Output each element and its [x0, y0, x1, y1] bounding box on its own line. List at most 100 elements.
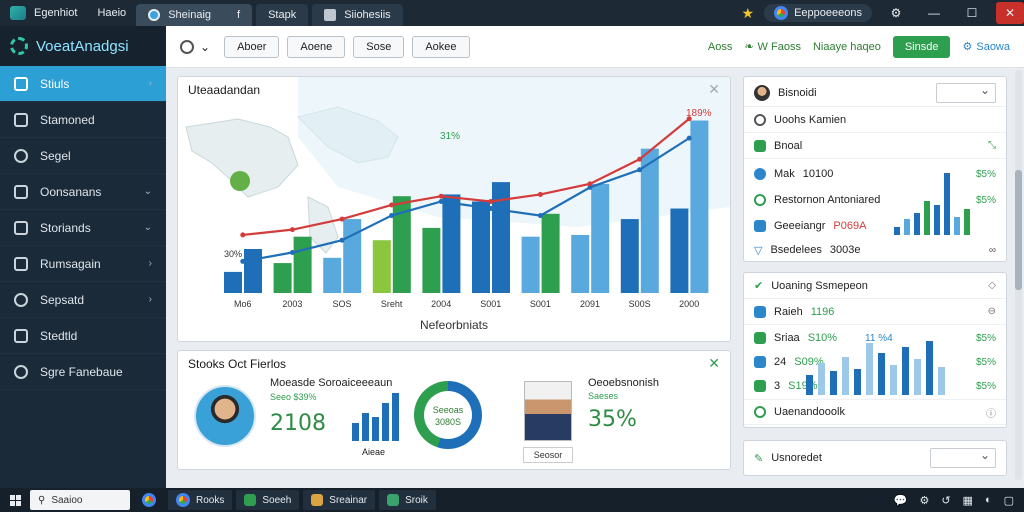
tab-1[interactable]: Sheinaig f: [136, 4, 253, 26]
chevron-down-icon: ⌄: [143, 186, 152, 197]
check-icon: ✔: [754, 280, 764, 292]
sidebar-item-2[interactable]: Stamoned: [0, 102, 166, 138]
toolbar-link-3[interactable]: Niaaye haqeo: [813, 41, 881, 53]
close-window-icon[interactable]: ✕: [996, 2, 1024, 24]
network-icon[interactable]: ▦: [963, 494, 973, 507]
mini-bar: [934, 205, 940, 235]
chart-x-tick-label: Mo6: [234, 299, 252, 309]
list-item[interactable]: Uaenandooolk ⓘ: [744, 399, 1006, 425]
chart-xlabel: Nefeorbniats: [420, 318, 488, 332]
windows-start-icon[interactable]: [0, 494, 30, 506]
chevron-right-icon: ›: [148, 78, 152, 89]
right-panel-3: ✎ Usnoredet: [743, 440, 1007, 476]
list-item[interactable]: Raieh 1196 ⊖: [744, 299, 1006, 325]
toolbar-button-4[interactable]: Aokee: [412, 35, 470, 58]
sidebar-item-4[interactable]: Oonsanans ⌄: [0, 174, 166, 210]
kpi-label-1: Moeasde Soroaiceeeaun: [270, 377, 393, 389]
chart-bar-primary: [591, 183, 610, 293]
top-toolbar: ⌄ Aboer Aoene Sose Aokee Aoss ❧ W Faoss …: [166, 26, 1024, 68]
toolbar-link-1[interactable]: Aoss: [708, 41, 732, 53]
mini-bar: [392, 393, 399, 441]
taskbar-search[interactable]: ⚲ Saaioo: [30, 490, 130, 510]
grid-icon: [754, 380, 766, 392]
mini-bar: [382, 403, 389, 441]
tab-3[interactable]: Siiohesiis: [312, 4, 403, 26]
mini-bar: [830, 371, 837, 395]
app-title[interactable]: Egenhiot: [0, 0, 87, 26]
shield-icon: [14, 328, 28, 343]
rp1-header-label: Bisnoidi: [778, 86, 817, 99]
maximize-icon[interactable]: ☐: [958, 6, 986, 20]
sidebar-item-5[interactable]: Storiands ⌄: [0, 210, 166, 246]
settings-icon[interactable]: ⚙: [882, 6, 910, 20]
document-icon: [14, 184, 28, 199]
taskbar-app-browser[interactable]: [134, 490, 164, 510]
chart-line-red-point: [637, 156, 643, 162]
export-icon: [14, 220, 28, 235]
menu-item[interactable]: Haeio: [87, 0, 136, 26]
rp1-header: Bisnoidi: [744, 79, 1006, 107]
toolbar-button-1[interactable]: Aboer: [224, 35, 280, 58]
sidebar-item-1[interactable]: Stiuls ›: [0, 66, 166, 102]
chart-bar-primary: [640, 148, 659, 293]
toolbar-link-2[interactable]: ❧ W Faoss: [744, 40, 801, 54]
rp3-dropdown[interactable]: [930, 448, 996, 468]
taskbar-app-4[interactable]: Sroik: [379, 490, 436, 510]
list-item[interactable]: Uoohs Kamien: [744, 107, 1006, 133]
toolbar-button-2[interactable]: Aoene: [287, 35, 346, 58]
list-item-pct: $5%: [975, 380, 996, 392]
chart-bar-primary: [244, 249, 262, 293]
brand[interactable]: VoeatAnadgsi: [0, 26, 166, 66]
list-item-pct: $5%: [975, 332, 996, 344]
primary-button[interactable]: Sinsde: [892, 35, 951, 58]
sidebar-item-7[interactable]: Sepsatd ›: [0, 282, 166, 318]
profile-pill[interactable]: Eeppoeeeons: [764, 4, 872, 22]
settings-icon[interactable]: ⚙: [919, 494, 929, 507]
close-icon[interactable]: ✕: [708, 355, 720, 372]
sidebar-item-8[interactable]: Stedtld: [0, 318, 166, 354]
rp1-dropdown[interactable]: [936, 82, 996, 103]
chart-line-red-point: [389, 202, 395, 208]
sidebar: VoeatAnadgsi Stiuls › Stamoned Segel Oon…: [0, 26, 166, 488]
history-icon[interactable]: ↺: [941, 494, 950, 507]
taskbar-app-2[interactable]: Soeeh: [236, 490, 300, 510]
star-icon[interactable]: ★: [742, 5, 755, 22]
toolbar-button-3[interactable]: Sose: [353, 35, 405, 58]
sidebar-item-3[interactable]: Segel: [0, 138, 166, 174]
volume-icon[interactable]: ◐: [985, 494, 992, 507]
mini-bar: [894, 227, 900, 235]
chat-icon[interactable]: 💬: [894, 494, 908, 507]
sidebar-item-9[interactable]: Sgre Fanebaue: [0, 354, 166, 390]
minimize-icon[interactable]: —: [920, 6, 948, 20]
chart-bar-primary: [293, 236, 312, 293]
taskbar-app-1[interactable]: Rooks: [168, 490, 233, 510]
chart-x-ticks: Mo6 2003 SOS Sreht 2004 S001 S001 2091 S00S 2000: [234, 299, 699, 309]
tab-2[interactable]: Stapk: [256, 4, 309, 26]
minus-icon[interactable]: ⊖: [988, 306, 996, 317]
view-select[interactable]: ⌄: [180, 39, 210, 54]
notification-icon[interactable]: ▢: [1004, 494, 1014, 507]
scrollbar-thumb[interactable]: [1015, 170, 1022, 290]
list-item-value: 3003e: [829, 244, 861, 256]
info-icon[interactable]: ⓘ: [986, 405, 996, 420]
dashboard-icon: [14, 76, 28, 91]
link-icon[interactable]: ∞: [989, 245, 996, 256]
toolbar-settings[interactable]: ⚙ Saowa: [962, 40, 1010, 54]
chart-x-tick-label: 2091: [580, 299, 600, 309]
taskbar-app-3[interactable]: Sreainar: [303, 490, 376, 510]
tab-2-label: Stapk: [268, 9, 297, 21]
right-panel-2: ✔ Uoaning Ssmepeon ◇ Raieh 1196 ⊖ Sriaa …: [743, 272, 1007, 428]
chart-line-blue-point: [637, 167, 643, 173]
mini-bar-chart: [352, 393, 399, 441]
list-item[interactable]: ▽ Bsedelees 3003e ∞: [744, 237, 1006, 263]
diamond-icon[interactable]: ◇: [988, 280, 996, 291]
expand-icon[interactable]: ⤡: [988, 140, 996, 151]
page-scrollbar[interactable]: [1015, 70, 1022, 480]
chart-bar-secondary: [273, 263, 292, 293]
title-bar: Egenhiot Haeio Sheinaig f Stapk Siiohesi…: [0, 0, 1024, 26]
sidebar-item-6[interactable]: Rumsagain ›: [0, 246, 166, 282]
tab-image-icon: [324, 9, 337, 21]
list-item-label: Raieh: [774, 305, 803, 318]
list-item[interactable]: Bnoal ⤡: [744, 133, 1006, 159]
sidebar-item-label: Sepsatd: [40, 292, 85, 307]
